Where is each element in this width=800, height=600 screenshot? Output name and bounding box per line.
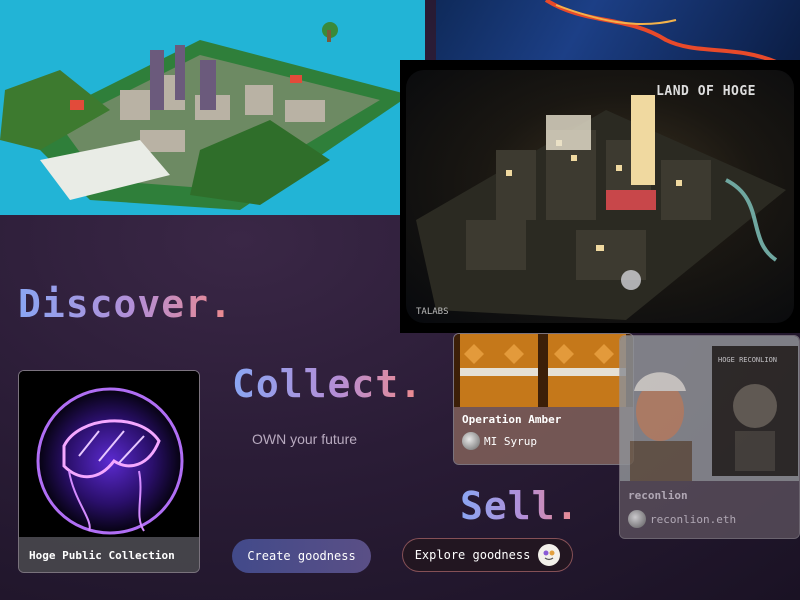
nft-card-hoge-public-collection[interactable]: Hoge Public Collection	[18, 370, 200, 573]
hero-night-city-image: LAND OF HOGE TALABS	[400, 60, 800, 333]
heading-collect: Collect.	[232, 362, 424, 406]
neon-orb-art	[19, 371, 199, 537]
nft-card-reconlion[interactable]: HOGE RECONLION reconlion reconlion.eth	[619, 335, 800, 539]
create-goodness-button[interactable]: Create goodness	[232, 539, 371, 573]
tagline: OWN your future	[252, 431, 358, 447]
card-artwork: HOGE RECONLION	[620, 336, 799, 481]
button-label: Create goodness	[247, 549, 356, 563]
owner-name: MI Syrup	[484, 434, 537, 448]
heading-discover: Discover.	[18, 282, 233, 326]
hero-top-right-image	[436, 0, 800, 62]
card-owner[interactable]: MI Syrup	[462, 432, 625, 450]
island-illustration	[0, 0, 425, 215]
button-label: Explore goodness	[414, 548, 531, 562]
hero-island-image	[0, 0, 425, 215]
card-artwork	[19, 371, 199, 537]
owner-avatar	[462, 432, 480, 450]
card-title: Hoge Public Collection	[29, 548, 175, 562]
nft-card-operation-amber[interactable]: Operation Amber MI Syrup	[453, 333, 634, 465]
hoge-mascot-icon	[538, 544, 561, 566]
card-footer: reconlion reconlion.eth	[620, 481, 799, 538]
owner-avatar	[628, 510, 646, 528]
night-city-frame: LAND OF HOGE TALABS	[406, 70, 794, 323]
abstract-art	[544, 0, 777, 62]
card-artwork	[454, 334, 633, 407]
card-footer: Operation Amber MI Syrup	[454, 407, 633, 464]
card-footer: Hoge Public Collection	[19, 537, 199, 572]
art-caption: HOGE RECONLION	[718, 356, 778, 364]
syrup-jars-art	[454, 334, 633, 407]
night-city-illustration	[416, 95, 786, 320]
explore-goodness-button[interactable]: Explore goodness	[402, 538, 573, 572]
heading-sell: Sell.	[460, 484, 580, 528]
card-title: reconlion	[628, 489, 688, 502]
watermark-text: TALABS	[416, 307, 449, 317]
owner-name: reconlion.eth	[650, 512, 737, 526]
land-of-hoge-title: LAND OF HOGE	[656, 84, 756, 99]
card-owner[interactable]: reconlion.eth	[628, 510, 791, 528]
card-title: Operation Amber	[462, 413, 562, 426]
